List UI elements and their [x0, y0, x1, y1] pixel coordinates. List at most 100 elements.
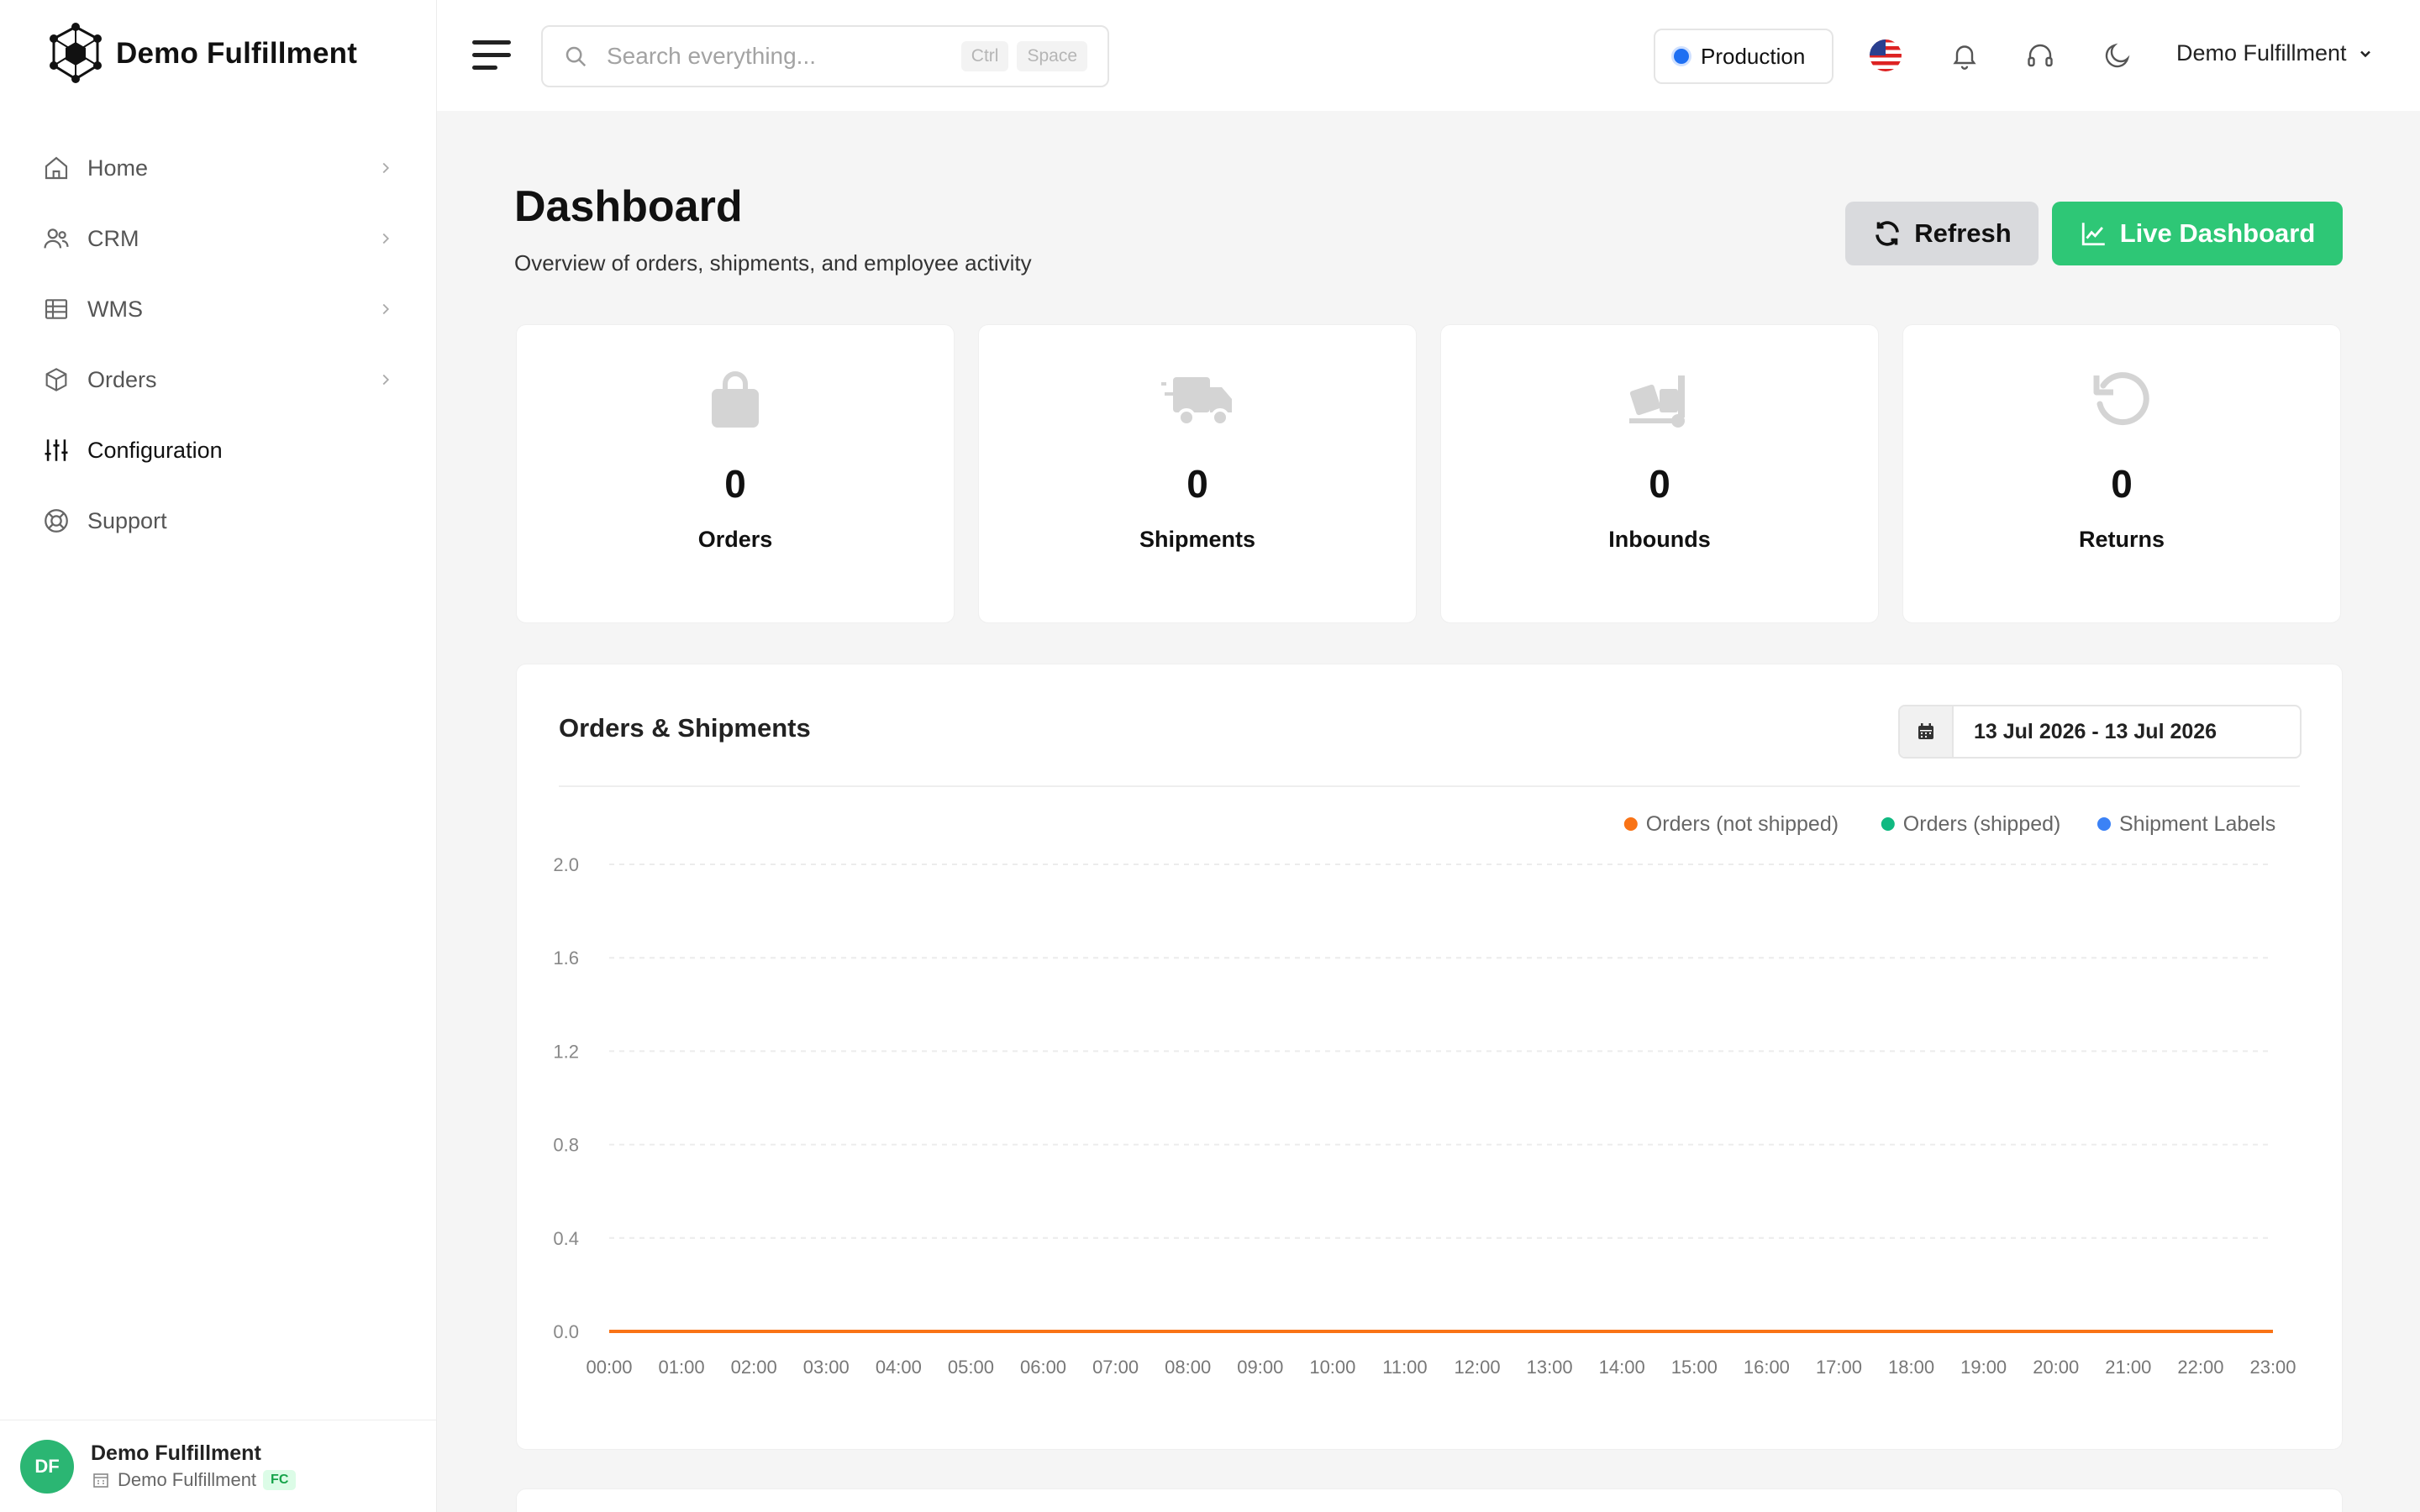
us-flag-icon[interactable]	[1867, 37, 1904, 74]
x-tick-label: 16:00	[1744, 1357, 1790, 1378]
box-icon	[42, 365, 71, 394]
employee-activity-card	[516, 1488, 2343, 1512]
x-tick-label: 01:00	[659, 1357, 705, 1378]
search-bar[interactable]: Ctrl Space	[541, 25, 1109, 87]
stat-label: Returns	[2078, 527, 2165, 552]
y-tick-label: 0.8	[553, 1135, 579, 1156]
stat-value: 0	[1649, 462, 1670, 506]
brand-name: Demo Fulfillment	[116, 37, 358, 70]
undo-icon	[2093, 372, 2149, 426]
sidebar-item-home[interactable]: Home	[20, 133, 417, 203]
stat-card-shipments[interactable]: 0 Shipments	[978, 324, 1417, 623]
account-switcher[interactable]: DF Demo Fulfillment Demo Fulfillment FC	[0, 1420, 437, 1512]
orders-shipments-chart-card: Orders & Shipments 13 Jul 2026 - 13 Jul …	[516, 664, 2343, 1450]
search-input[interactable]	[607, 43, 953, 70]
x-tick-label: 19:00	[1960, 1357, 2007, 1378]
legend-label: Orders (not shipped)	[1646, 812, 1839, 836]
x-tick-label: 08:00	[1165, 1357, 1211, 1378]
y-tick-label: 2.0	[553, 854, 579, 875]
x-tick-label: 07:00	[1092, 1357, 1139, 1378]
date-range-value: 13 Jul 2026 - 13 Jul 2026	[1974, 719, 2217, 743]
page-title: Dashboard	[514, 182, 743, 231]
environment-switcher[interactable]: Production	[1654, 29, 1833, 84]
chevron-down-icon	[2360, 50, 2370, 57]
stat-card-returns[interactable]: 0 Returns	[1902, 324, 2341, 623]
date-range-picker[interactable]: 13 Jul 2026 - 13 Jul 2026	[1898, 705, 2302, 759]
user-menu[interactable]: Demo Fulfillment	[2176, 40, 2374, 66]
x-tick-label: 11:00	[1382, 1357, 1427, 1378]
shortcut-key-space: Space	[1017, 41, 1087, 71]
environment-label: Production	[1701, 43, 1806, 69]
headset-icon[interactable]	[2022, 37, 2059, 74]
stat-label: Inbounds	[1608, 527, 1711, 552]
moon-icon[interactable]	[2099, 37, 2136, 74]
chart-title: Orders & Shipments	[559, 713, 811, 743]
status-badge: FC	[263, 1470, 297, 1490]
chevron-right-icon	[382, 233, 390, 244]
avatar: DF	[20, 1439, 74, 1494]
chart-line-icon	[2081, 223, 2105, 246]
sidebar-item-support[interactable]: Support	[20, 486, 417, 556]
x-tick-label: 15:00	[1671, 1357, 1718, 1378]
stat-card-orders[interactable]: 0 Orders	[516, 324, 955, 623]
menu-icon[interactable]	[471, 35, 513, 76]
search-icon	[566, 46, 587, 67]
legend-marker	[1881, 817, 1895, 831]
sidebar-item-orders[interactable]: Orders	[20, 344, 417, 415]
x-tick-label: 22:00	[2177, 1357, 2223, 1378]
stat-value: 0	[2111, 462, 2133, 506]
truck-icon	[1161, 377, 1232, 427]
sidebar-item-label: WMS	[87, 296, 143, 322]
x-tick-label: 03:00	[803, 1357, 850, 1378]
logo-icon	[50, 23, 102, 83]
legend-marker	[1623, 817, 1638, 831]
sidebar-item-configuration[interactable]: Configuration	[20, 415, 417, 486]
sidebar-item-crm[interactable]: CRM	[20, 203, 417, 274]
account-sub: Demo Fulfillment	[118, 1469, 257, 1490]
legend-label: Orders (shipped)	[1903, 812, 2061, 836]
stat-card-inbounds[interactable]: 0 Inbounds	[1440, 324, 1879, 623]
sidebar: Demo Fulfillment Home CRM WMS Orders Con…	[0, 0, 437, 1512]
x-tick-label: 17:00	[1816, 1357, 1862, 1378]
legend-marker	[2097, 817, 2111, 831]
refresh-label: Refresh	[1914, 218, 2012, 248]
y-tick-label: 1.2	[553, 1041, 579, 1062]
x-tick-label: 18:00	[1888, 1357, 1934, 1378]
environment-status-dot	[1674, 49, 1689, 64]
brand-logo[interactable]: Demo Fulfillment	[47, 22, 357, 86]
sidebar-item-label: Home	[87, 155, 149, 181]
sidebar-item-label: Support	[87, 507, 167, 533]
y-tick-label: 0.0	[553, 1321, 579, 1342]
x-tick-label: 23:00	[2249, 1357, 2296, 1378]
live-dashboard-button[interactable]: Live Dashboard	[2052, 202, 2343, 265]
home-icon	[42, 154, 71, 182]
sidebar-item-wms[interactable]: WMS	[20, 274, 417, 344]
grid-icon	[42, 295, 71, 323]
bell-icon[interactable]	[1946, 37, 1983, 74]
x-tick-label: 02:00	[731, 1357, 777, 1378]
stat-label: Shipments	[1139, 527, 1256, 552]
sidebar-item-label: Configuration	[87, 437, 223, 463]
sliders-icon	[42, 436, 71, 465]
x-tick-label: 21:00	[2105, 1357, 2151, 1378]
refresh-button[interactable]: Refresh	[1845, 202, 2039, 265]
x-tick-label: 06:00	[1020, 1357, 1066, 1378]
stat-label: Orders	[697, 527, 773, 552]
dolly-icon	[1629, 375, 1685, 428]
divider	[559, 785, 2300, 787]
topbar: Ctrl Space Production Demo Fulfillment	[437, 0, 2420, 111]
y-tick-label: 0.4	[553, 1228, 579, 1249]
users-icon	[42, 224, 71, 253]
chevron-right-icon	[382, 374, 390, 386]
building-icon	[93, 1473, 108, 1488]
line-chart: 0.0 0.4 0.8 1.2 1.6 2.0 00:00 01:00 02:00 03:00 04…	[553, 812, 2296, 1378]
x-tick-label: 05:00	[948, 1357, 994, 1378]
calendar-icon	[1900, 706, 1954, 757]
stat-value: 0	[1186, 462, 1208, 506]
live-dashboard-label: Live Dashboard	[2119, 218, 2316, 248]
x-tick-label: 09:00	[1237, 1357, 1283, 1378]
x-tick-label: 13:00	[1527, 1357, 1573, 1378]
stat-value: 0	[724, 462, 746, 506]
legend-label: Shipment Labels	[2119, 812, 2275, 836]
chevron-right-icon	[382, 162, 390, 174]
